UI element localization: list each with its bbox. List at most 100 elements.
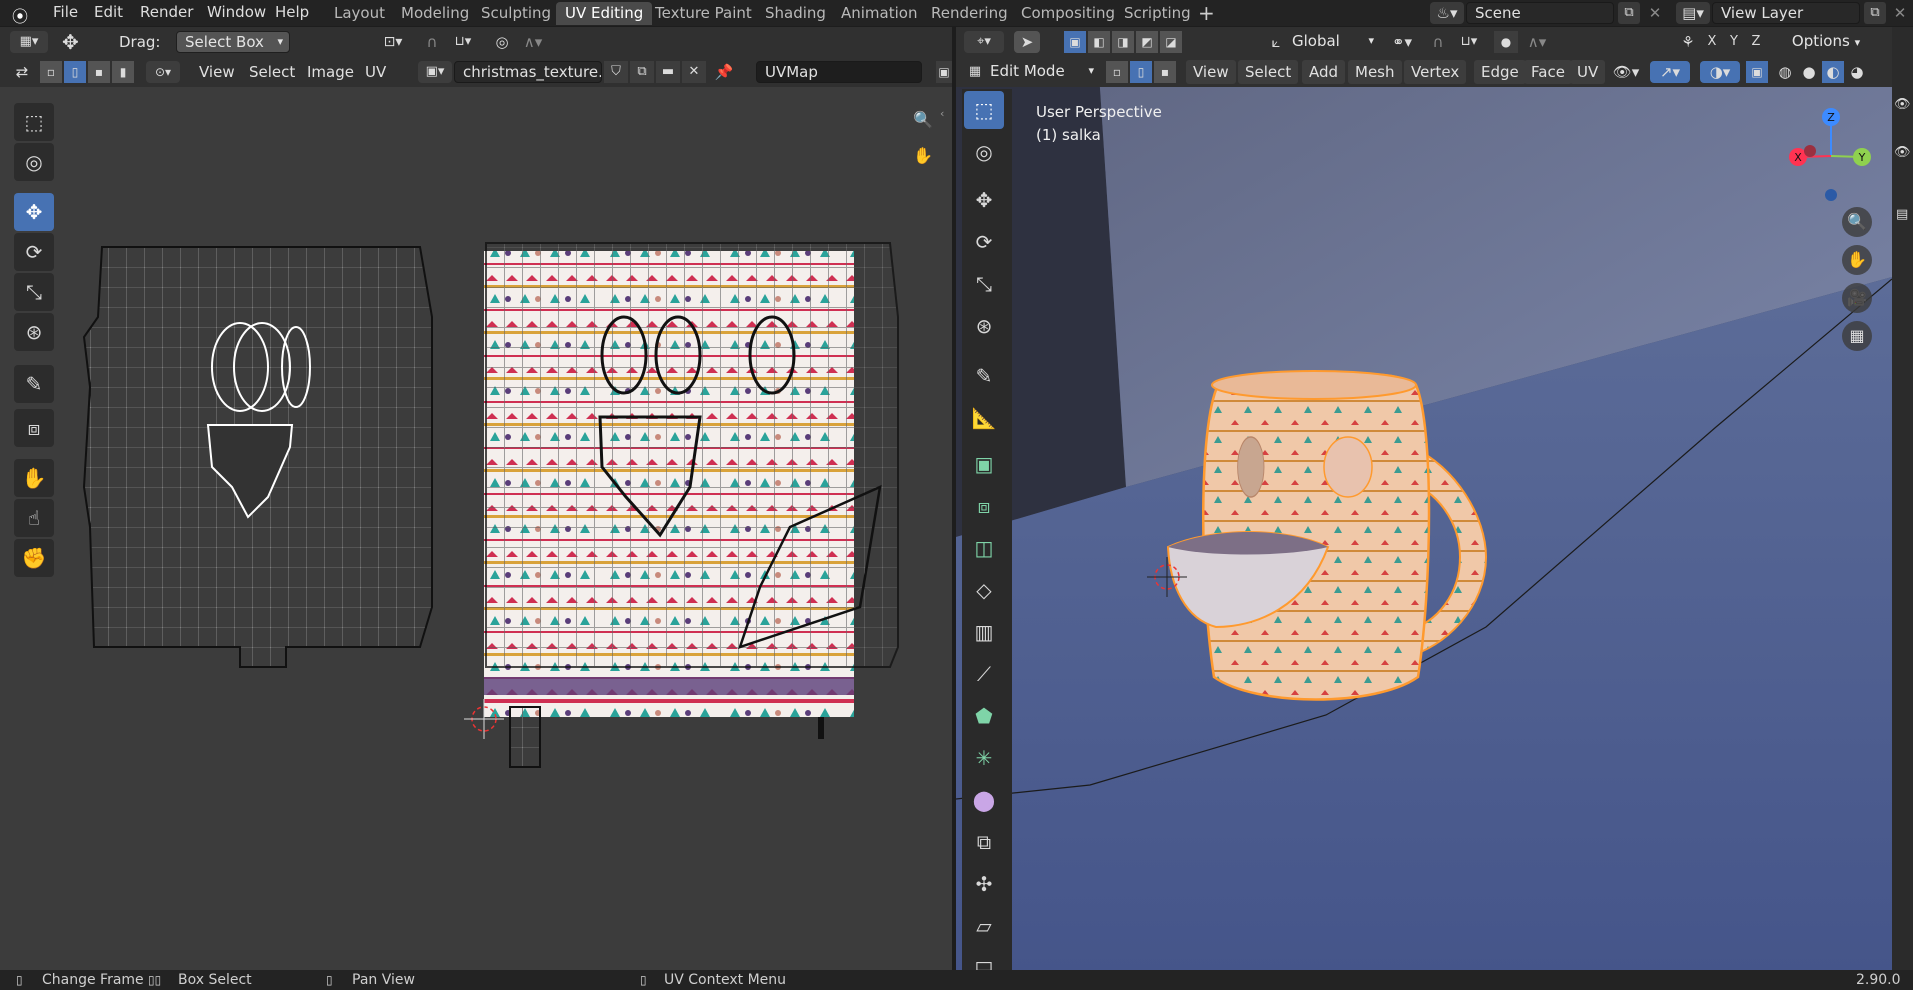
inset-faces-tool[interactable]: ◫ xyxy=(964,529,1004,567)
select-mode-extend-icon[interactable]: ◧ xyxy=(1088,31,1110,53)
uv-menu-view[interactable]: View xyxy=(192,60,242,84)
edge-mode-icon[interactable]: ▯ xyxy=(1130,61,1152,83)
vp-menu-view[interactable]: View xyxy=(1186,60,1236,84)
transform-orientation-icon[interactable]: ⟀ xyxy=(1264,31,1288,53)
tab-uv-editing[interactable]: UV Editing xyxy=(556,2,653,25)
face-select-icon[interactable]: ▪ xyxy=(88,61,110,83)
tab-animation[interactable]: Animation xyxy=(832,2,926,25)
edge-slide-tool[interactable]: ⧉ xyxy=(964,823,1004,861)
rotate-tool-3d[interactable]: ⟳ xyxy=(964,223,1004,261)
transform-orientation-select[interactable]: Global ▾ xyxy=(1288,31,1378,53)
unlink-image-icon[interactable]: ✕ xyxy=(682,61,706,83)
scene-field[interactable]: Scene xyxy=(1466,2,1614,24)
poly-build-tool[interactable]: ⬟ xyxy=(964,697,1004,735)
hide-icon-2[interactable]: 👁 xyxy=(1894,145,1911,160)
pivot-icon[interactable]: ⊡▾ xyxy=(376,31,410,53)
viewport-scene[interactable] xyxy=(956,27,1892,973)
view-layer-field[interactable]: View Layer xyxy=(1712,2,1860,24)
vp-menu-mesh[interactable]: Mesh xyxy=(1348,60,1402,84)
snap-element-icon[interactable]: ⊔▾ xyxy=(1452,31,1486,53)
menu-help[interactable]: Help xyxy=(266,0,318,26)
visibility-icon[interactable]: 👁▾ xyxy=(1606,61,1646,83)
new-view-layer-icon[interactable]: ⧉ xyxy=(1864,2,1886,24)
material-shading-icon[interactable]: ◐ xyxy=(1822,61,1844,83)
tab-layout[interactable]: Layout xyxy=(325,2,394,25)
vp-menu-edge[interactable]: Edge xyxy=(1474,60,1526,84)
menu-render[interactable]: Render xyxy=(131,0,202,26)
proportional-icon-3d[interactable]: ● xyxy=(1494,31,1518,53)
drag-select[interactable]: Select Box ▾ xyxy=(176,31,290,53)
snap-icon-3d[interactable]: ∩ xyxy=(1426,31,1450,53)
hide-icon[interactable]: 👁 xyxy=(1894,97,1911,112)
uv-menu-select[interactable]: Select xyxy=(242,60,302,84)
vertex-mode-icon[interactable]: ▫ xyxy=(1106,61,1128,83)
smooth-tool[interactable]: ⬤ xyxy=(964,781,1004,819)
mirror-y-toggle[interactable]: Y xyxy=(1724,31,1744,53)
extrude-region-tool[interactable]: ⧈ xyxy=(964,487,1004,525)
sticky-select-icon[interactable]: ⊙▾ xyxy=(146,61,180,83)
xray-icon[interactable]: ▣ xyxy=(1746,61,1768,83)
butterfly-icon[interactable]: ⚘ xyxy=(1676,31,1700,53)
add-workspace-icon[interactable]: + xyxy=(1198,0,1215,26)
ortho-toggle-icon[interactable]: ▦ xyxy=(1842,321,1872,351)
open-image-icon[interactable]: ▬ xyxy=(656,61,680,83)
uv-menu-uv[interactable]: UV xyxy=(358,60,393,84)
pivot-point-icon[interactable]: ⚭▾ xyxy=(1384,31,1420,53)
select-box-tool-3d[interactable]: ⬚ xyxy=(964,91,1004,129)
knife-tool[interactable]: ⟋ xyxy=(964,655,1004,693)
select-mode-invert-icon[interactable]: ◩ xyxy=(1136,31,1158,53)
fake-user-icon[interactable]: ⛉ xyxy=(604,61,628,83)
delete-scene-icon[interactable]: ✕ xyxy=(1644,2,1666,24)
snap-icon[interactable]: ∩ xyxy=(420,31,444,53)
blender-logo-icon[interactable]: ⦿ xyxy=(12,3,32,26)
add-cube-tool[interactable]: ▣ xyxy=(964,445,1004,483)
gizmo-icon[interactable]: ↗▾ xyxy=(1650,61,1690,83)
snap-target-icon[interactable]: ⊔▾ xyxy=(446,31,480,53)
mirror-z-toggle[interactable]: Z xyxy=(1746,31,1766,53)
editor-type-icon[interactable]: ▦▾ xyxy=(10,31,48,53)
zoom-icon-3d[interactable]: 🔍 xyxy=(1842,207,1872,237)
vp-menu-select[interactable]: Select xyxy=(1238,60,1299,84)
uv-canvas[interactable] xyxy=(0,87,952,973)
select-mode-subtract-icon[interactable]: ◨ xyxy=(1112,31,1134,53)
select-mode-new-icon[interactable]: ▣ xyxy=(1064,31,1086,53)
editor-type-icon-3d[interactable]: ⌖▾ xyxy=(964,31,1004,53)
measure-tool[interactable]: 📐 xyxy=(964,399,1004,437)
solid-shading-icon[interactable]: ● xyxy=(1798,61,1820,83)
edge-select-icon[interactable]: ▯ xyxy=(64,61,86,83)
uv-menu-image[interactable]: Image xyxy=(300,60,361,84)
tab-shading[interactable]: Shading xyxy=(756,2,835,25)
tab-compositing[interactable]: Compositing xyxy=(1012,2,1124,25)
falloff-icon[interactable]: ∧▾ xyxy=(516,31,550,53)
menu-edit[interactable]: Edit xyxy=(85,0,132,26)
annotate-tool-3d[interactable]: ✎ xyxy=(964,357,1004,395)
select-mode-intersect-icon[interactable]: ◪ xyxy=(1160,31,1182,53)
tab-scripting[interactable]: Scripting xyxy=(1115,2,1200,25)
select-cursor-icon[interactable]: ➤ xyxy=(1014,31,1040,53)
image-name-field[interactable]: christmas_texture.j... xyxy=(454,61,602,83)
mode-select[interactable]: Edit Mode ▾ xyxy=(986,61,1096,83)
properties-icon[interactable]: ▤ xyxy=(1896,207,1908,222)
transform-tool-icon[interactable]: ✥ xyxy=(62,29,79,55)
delete-view-layer-icon[interactable]: ✕ xyxy=(1890,2,1910,24)
image-browse-icon[interactable]: ▣▾ xyxy=(418,61,452,83)
vp-menu-vertex[interactable]: Vertex xyxy=(1404,60,1467,84)
shear-tool[interactable]: ▱ xyxy=(964,907,1004,945)
wireframe-shading-icon[interactable]: ◍ xyxy=(1774,61,1796,83)
vertex-select-icon[interactable]: ▫ xyxy=(40,61,62,83)
tab-modeling[interactable]: Modeling xyxy=(392,2,478,25)
menu-window[interactable]: Window xyxy=(198,0,275,26)
shrink-fatten-tool[interactable]: ✣ xyxy=(964,865,1004,903)
transform-tool-3d[interactable]: ⊛ xyxy=(964,307,1004,345)
options-button[interactable]: Options ▾ xyxy=(1786,31,1866,53)
overlay-icon[interactable]: ◑▾ xyxy=(1700,61,1740,83)
navigation-gizmo[interactable]: Z Y X xyxy=(1786,101,1876,201)
menu-file[interactable]: File xyxy=(44,0,87,26)
vp-menu-face[interactable]: Face xyxy=(1524,60,1572,84)
vp-menu-add[interactable]: Add xyxy=(1302,60,1346,84)
scene-icon[interactable]: ♨▾ xyxy=(1430,2,1464,24)
cube-mode-icon[interactable]: ▦ xyxy=(966,61,984,83)
vp-menu-uv[interactable]: UV xyxy=(1570,60,1606,84)
cursor-tool-3d[interactable]: ◎ xyxy=(964,133,1004,171)
falloff-icon-3d[interactable]: ∧▾ xyxy=(1520,31,1554,53)
